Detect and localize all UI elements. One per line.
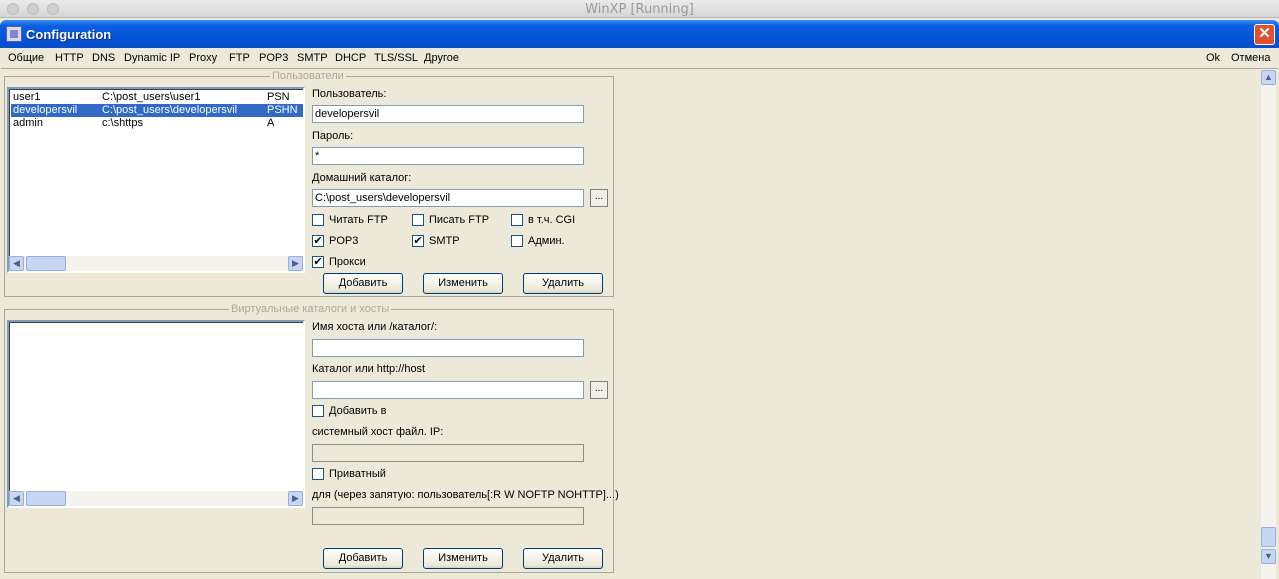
access-users-input[interactable] — [312, 507, 584, 525]
virtual-add-button[interactable]: Добавить — [323, 548, 403, 569]
user-flags: A — [267, 117, 275, 129]
cgi-checkbox[interactable] — [511, 214, 523, 226]
users-list-hscrollbar[interactable]: ◀ ▶ — [9, 256, 303, 271]
host-input[interactable] — [312, 339, 584, 357]
menu-item-cancel[interactable]: Отмена — [1231, 52, 1270, 64]
admin-checkbox[interactable] — [511, 235, 523, 247]
users-list[interactable]: user1 C:\post_users\user1 PSN developers… — [7, 87, 305, 273]
dir-browse-button[interactable]: ... — [590, 381, 608, 399]
menu-item-general[interactable]: Общие — [8, 52, 44, 64]
virtual-hosts-list[interactable]: ◀ ▶ — [7, 320, 305, 508]
home-dir-input[interactable]: C:\post_users\developersvil — [312, 189, 584, 207]
scroll-thumb[interactable] — [26, 491, 66, 506]
user-dir: C:\post_users\user1 — [102, 91, 201, 103]
virtual-hosts-group-legend: Виртуальные каталоги и хосты — [229, 303, 392, 315]
user-name: developersvil — [13, 104, 78, 116]
users-delete-button[interactable]: Удалить — [523, 273, 603, 294]
home-dir-browse-button[interactable]: ... — [590, 189, 608, 207]
close-button[interactable]: ✕ — [1254, 24, 1275, 45]
read-ftp-checkbox[interactable] — [312, 214, 324, 226]
virtual-list-hscrollbar[interactable]: ◀ ▶ — [9, 491, 303, 506]
password-label: Пароль: — [312, 130, 354, 142]
scroll-thumb[interactable] — [1261, 527, 1276, 547]
user-flags: PSN — [267, 91, 290, 103]
menu-item-http[interactable]: HTTP — [55, 52, 84, 64]
proxy-label: Прокси — [329, 256, 366, 268]
virtual-edit-button[interactable]: Изменить — [423, 548, 503, 569]
scroll-up-icon[interactable]: ▲ — [1261, 70, 1276, 85]
scroll-right-icon[interactable]: ▶ — [288, 256, 303, 271]
scroll-left-icon[interactable]: ◀ — [9, 491, 24, 506]
users-add-button[interactable]: Добавить — [323, 273, 403, 294]
read-ftp-label: Читать FTP — [329, 214, 388, 226]
proxy-checkbox[interactable]: ✔ — [312, 256, 324, 268]
add-to-hosts-checkbox[interactable] — [312, 405, 324, 417]
list-item[interactable]: user1 C:\post_users\user1 PSN — [11, 91, 303, 104]
dir-label: Каталог или http://host — [312, 363, 426, 375]
pop3-label: POP3 — [329, 235, 359, 247]
private-label: Приватный — [329, 468, 386, 480]
cgi-label: в т.ч. CGI — [528, 214, 576, 226]
home-dir-label: Домашний каталог: — [312, 172, 412, 184]
password-input[interactable]: * — [312, 147, 584, 165]
admin-label: Админ. — [528, 235, 565, 247]
menu-item-ftp[interactable]: FTP — [229, 52, 250, 64]
scroll-down-icon[interactable]: ▼ — [1261, 549, 1276, 564]
hosts-file-ip-label: системный хост файл. IP: — [312, 426, 444, 438]
write-ftp-label: Писать FTP — [429, 214, 490, 226]
user-name: user1 — [13, 91, 41, 103]
access-users-label: для (через запятую: пользователь[:R W NO… — [312, 489, 619, 501]
menu-item-tls-ssl[interactable]: TLS/SSL — [374, 52, 418, 64]
scroll-left-icon[interactable]: ◀ — [9, 256, 24, 271]
menu-item-dns[interactable]: DNS — [92, 52, 115, 64]
user-dir: C:\post_users\developersvil — [102, 104, 238, 116]
menu-item-smtp[interactable]: SMTP — [297, 52, 328, 64]
dir-input[interactable] — [312, 381, 584, 399]
menu-item-ok[interactable]: Ok — [1206, 52, 1220, 64]
user-label: Пользователь: — [312, 88, 387, 100]
menu-item-dhcp[interactable]: DHCP — [335, 52, 366, 64]
window-vscrollbar[interactable]: ▲ ▼ — [1261, 69, 1276, 579]
host-title: WinXP [Running] — [585, 2, 694, 17]
users-group-legend: Пользователи — [270, 70, 346, 82]
write-ftp-checkbox[interactable] — [412, 214, 424, 226]
ip-input[interactable] — [312, 444, 584, 462]
window-title: Configuration — [26, 27, 112, 42]
add-to-hosts-label: Добавить в — [329, 405, 387, 417]
menu-item-proxy[interactable]: Proxy — [189, 52, 217, 64]
list-item[interactable]: admin c:\shttps A — [11, 117, 303, 130]
user-dir: c:\shttps — [102, 117, 143, 129]
menu-item-pop3[interactable]: POP3 — [259, 52, 288, 64]
scroll-right-icon[interactable]: ▶ — [288, 491, 303, 506]
smtp-checkbox[interactable]: ✔ — [412, 235, 424, 247]
menu-item-other[interactable]: Другое — [424, 52, 459, 64]
smtp-label: SMTP — [429, 235, 460, 247]
virtual-delete-button[interactable]: Удалить — [523, 548, 603, 569]
window-title-bar: Configuration ✕ — [0, 20, 1279, 48]
users-edit-button[interactable]: Изменить — [423, 273, 503, 294]
menu-item-dynamic-ip[interactable]: Dynamic IP — [124, 52, 180, 64]
host-label: Имя хоста или /каталог/: — [312, 321, 438, 333]
private-checkbox[interactable] — [312, 468, 324, 480]
user-name: admin — [13, 117, 43, 129]
list-item-selected[interactable]: developersvil C:\post_users\developersvi… — [11, 104, 303, 117]
host-title-bar: WinXP [Running] — [0, 0, 1279, 18]
user-flags: PSHN — [267, 104, 298, 116]
menu-bar: Общие HTTP DNS Dynamic IP Proxy FTP POP3… — [0, 48, 1279, 68]
user-input[interactable]: developersvil — [312, 105, 584, 123]
pop3-checkbox[interactable]: ✔ — [312, 235, 324, 247]
app-icon — [6, 26, 22, 42]
scroll-thumb[interactable] — [26, 256, 66, 271]
